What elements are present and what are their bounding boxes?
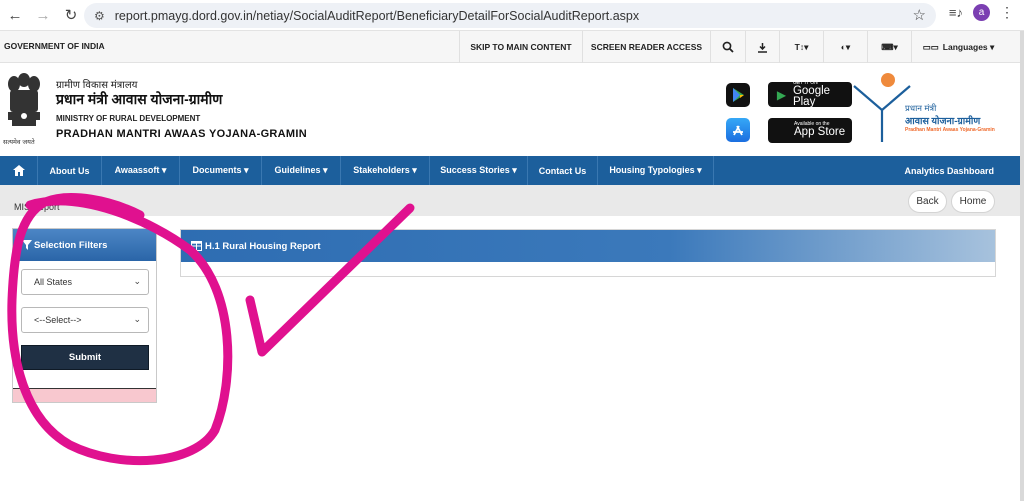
app-store-text: App Store — [794, 126, 846, 139]
forward-arrow-icon[interactable]: → — [30, 2, 56, 28]
message-bar — [13, 388, 156, 402]
google-play-text: Google Play — [792, 84, 831, 108]
logo-english-line: Pradhan Mantri Awaas Yojana-Gramin — [905, 127, 995, 133]
languages-label: Languages ▾ — [942, 41, 995, 52]
ministry-name: MINISTRY OF RURAL DEVELOPMENT — [56, 114, 201, 123]
site-info-icon[interactable]: ⚙ — [94, 9, 105, 23]
nav-about-us[interactable]: About Us — [38, 156, 102, 185]
state-select[interactable]: All States ⌄ — [21, 269, 149, 295]
keyboard-dropdown[interactable]: ⌨▾ — [867, 31, 911, 63]
skip-to-main-content-link[interactable]: SKIP TO MAIN CONTENT — [459, 31, 582, 63]
app-store-app-icon[interactable] — [726, 118, 750, 142]
google-play-app-icon[interactable] — [726, 83, 750, 107]
logo-hindi-line1: प्रधान मंत्री — [905, 103, 937, 113]
secondary-select-value: <--Select--> — [34, 315, 82, 325]
government-of-india-label: GOVERNMENT OF INDIA — [4, 41, 105, 51]
national-emblem-icon — [8, 73, 40, 126]
download-icon[interactable] — [745, 31, 779, 63]
search-icon[interactable] — [710, 31, 745, 63]
bookmark-star-icon[interactable]: ☆ — [913, 6, 926, 24]
nav-awaassoft[interactable]: Awaassoft ▾ — [102, 156, 180, 185]
nav-housing-typologies[interactable]: Housing Typologies ▾ — [598, 156, 714, 185]
screen-reader-access-link[interactable]: SCREEN READER ACCESS — [582, 31, 710, 63]
hindi-ministry-name: ग्रामीण विकास मंत्रालय — [56, 80, 138, 91]
breadcrumb-bar — [0, 185, 1020, 216]
government-bar: GOVERNMENT OF INDIA SKIP TO MAIN CONTENT… — [0, 31, 1020, 63]
page-root: ← → ↻ ⚙ report.pmayg.dord.gov.in/netiay/… — [0, 0, 1024, 501]
filter-funnel-icon — [22, 240, 32, 250]
state-select-value: All States — [34, 277, 73, 287]
nav-stakeholders[interactable]: Stakeholders ▾ — [341, 156, 430, 185]
translate-icon: ▭▭ — [922, 41, 939, 52]
address-bar[interactable]: ⚙ report.pmayg.dord.gov.in/netiay/Social… — [84, 3, 936, 28]
selection-filters-panel: Selection Filters All States ⌄ <--Select… — [12, 228, 157, 403]
media-control-icon[interactable]: ≡♪ — [949, 5, 963, 20]
chevron-down-icon: ⌄ — [133, 276, 141, 286]
main-navigation: About Us Awaassoft ▾ Documents ▾ Guideli… — [0, 156, 1020, 185]
play-triangle-icon: ▶ — [776, 87, 787, 102]
logo-hindi-line2: आवास योजना-ग्रामीण — [905, 116, 981, 127]
home-icon[interactable] — [0, 156, 38, 185]
nav-documents[interactable]: Documents ▾ — [180, 156, 262, 185]
report-panel: H.1 Rural Housing Report — [180, 229, 996, 277]
google-play-badge[interactable]: ▶ GET IT ON Google Play — [768, 80, 852, 108]
browser-toolbar: ← → ↻ ⚙ report.pmayg.dord.gov.in/netiay/… — [0, 0, 1024, 31]
menu-kebab-icon[interactable]: ⋮ — [1000, 4, 1014, 21]
emblem-motto: सत्यमेव जयते — [3, 139, 35, 146]
breadcrumb: MIS Report — [14, 202, 60, 212]
scheme-name: PRADHAN MANTRI AWAAS YOJANA-GRAMIN — [56, 128, 307, 140]
languages-dropdown[interactable]: ▭▭ Languages ▾ — [911, 31, 1005, 63]
back-arrow-icon[interactable]: ← — [2, 2, 28, 28]
home-button[interactable]: Home — [951, 190, 995, 213]
secondary-select[interactable]: <--Select--> ⌄ — [21, 307, 149, 333]
nav-success-stories[interactable]: Success Stories ▾ — [430, 156, 528, 185]
submit-button[interactable]: Submit — [21, 345, 149, 370]
chevron-down-icon: ⌄ — [133, 314, 141, 324]
hindi-scheme-name: प्रधान मंत्री आवास योजना-ग्रामीण — [56, 91, 223, 107]
app-store-badge[interactable]: Available on the App Store — [768, 118, 852, 143]
reload-icon[interactable]: ↻ — [58, 2, 84, 28]
nav-guidelines[interactable]: Guidelines ▾ — [262, 156, 341, 185]
nav-analytics-dashboard[interactable]: Analytics Dashboard — [904, 156, 994, 185]
report-header: H.1 Rural Housing Report — [181, 230, 995, 262]
report-title: H.1 Rural Housing Report — [205, 240, 321, 252]
table-icon — [191, 241, 202, 251]
contrast-dropdown[interactable]: ◐▾ — [823, 31, 867, 63]
nav-contact-us[interactable]: Contact Us — [528, 156, 598, 185]
text-size-dropdown[interactable]: T↕▾ — [779, 31, 823, 63]
filters-title: Selection Filters — [34, 239, 108, 251]
filters-header: Selection Filters — [13, 229, 156, 261]
profile-avatar[interactable]: a — [973, 4, 990, 21]
url-text: report.pmayg.dord.gov.in/netiay/SocialAu… — [114, 8, 640, 23]
page-scrollbar[interactable] — [1020, 31, 1024, 501]
back-button[interactable]: Back — [908, 190, 947, 213]
